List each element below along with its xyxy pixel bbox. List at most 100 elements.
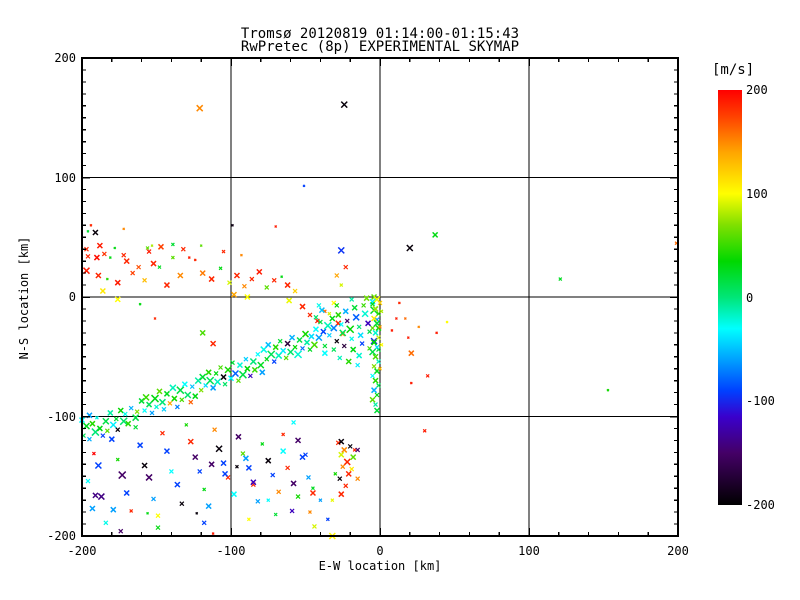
data-point [211,532,215,536]
data-point [281,432,286,437]
data-point [286,297,293,304]
data-point [356,352,363,359]
data-point [222,470,229,477]
data-point [154,404,159,410]
data-point [87,436,92,442]
data-point [349,336,355,342]
data-point [374,392,380,398]
data-point [99,287,106,295]
data-point [233,272,240,279]
data-point [95,272,102,279]
data-point [142,393,150,401]
data-point [113,246,117,250]
data-point [295,494,301,499]
data-point [181,381,188,388]
data-point [136,264,142,270]
data-point [101,251,107,257]
data-point [285,465,291,471]
data-point [235,464,239,469]
data-point [251,366,258,373]
data-point [347,443,353,449]
data-point [301,330,310,338]
data-point [307,312,313,318]
data-point [344,318,350,324]
data-point [238,370,247,379]
data-point [350,346,357,353]
data-point [214,378,222,386]
data-point [337,355,343,361]
data-point [280,347,287,354]
data-point [325,517,330,522]
data-point [245,464,252,471]
data-point [202,487,207,492]
data-point [343,483,349,489]
colorbar-tick-label: -100 [746,394,775,409]
data-point [265,341,272,348]
data-point [408,350,415,357]
y-axis-label: N-S location [km] [17,236,31,360]
data-point [132,414,140,422]
data-point [310,341,318,349]
data-point [108,436,115,443]
data-point [187,438,194,445]
data-point [264,285,270,290]
data-point [210,384,217,391]
data-point [369,348,377,356]
data-point [174,481,181,488]
data-point [346,325,355,334]
data-point [184,422,189,427]
data-point [345,358,352,365]
data-point [180,246,186,252]
data-point [118,528,124,534]
data-point [122,411,128,417]
data-point [161,406,167,412]
data-point [199,373,207,381]
data-point [134,409,140,415]
data-point [350,454,357,461]
colorbar-tick-label: 200 [746,83,768,97]
x-tick-label: -200 [67,544,97,558]
data-point [193,258,197,262]
data-point [271,359,277,364]
data-point [345,470,352,477]
data-point [146,401,153,408]
data-point [339,283,344,287]
data-point [149,410,155,416]
data-point [372,329,379,336]
data-point [114,296,121,303]
data-point [199,329,206,336]
data-point [292,344,298,350]
data-point [113,416,119,422]
data-point [115,457,120,462]
data-point [192,454,199,461]
data-point [174,404,180,410]
data-point [372,353,379,360]
data-point [150,260,157,267]
data-point [179,397,185,403]
data-point [142,408,148,413]
data-point [231,369,240,378]
data-point [151,496,156,502]
data-point [390,329,394,332]
data-point [373,402,378,407]
data-point [94,461,102,470]
data-point [369,396,376,403]
data-point [256,268,263,275]
data-point [273,512,278,517]
data-point [330,498,335,503]
data-point [312,524,317,529]
data-point [432,231,439,238]
x-tick-label: 0 [376,544,384,558]
data-point [307,347,313,353]
data-point [340,464,346,470]
data-point [121,252,127,258]
data-point [291,420,297,425]
data-point [197,469,203,474]
data-point [242,455,249,462]
data-point [292,288,298,294]
data-point [351,304,358,311]
data-point [85,478,91,484]
data-point [266,498,271,503]
data-point [218,365,223,370]
data-point [244,365,251,372]
